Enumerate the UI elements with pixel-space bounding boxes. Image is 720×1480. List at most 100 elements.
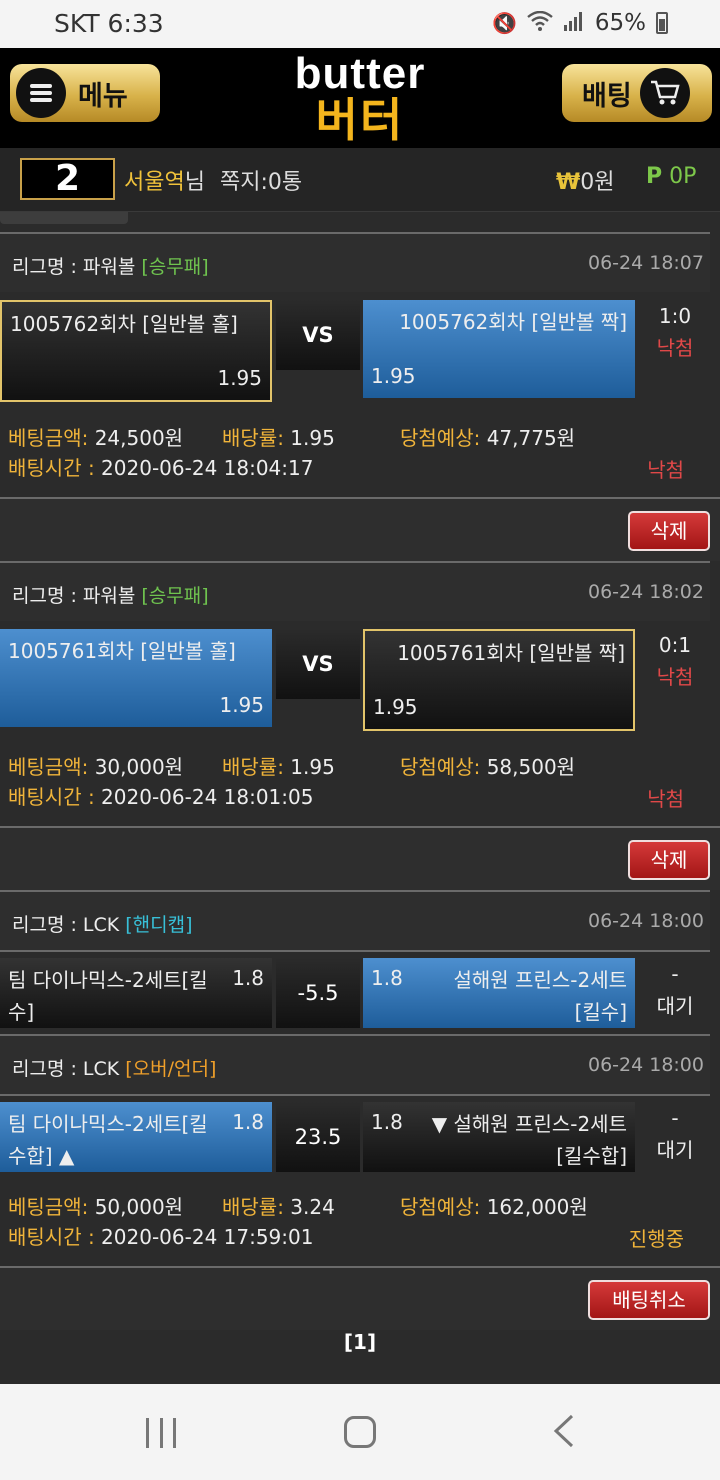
bet-action-bar: 삭제 [0,826,720,890]
expected-win: 47,775원 [480,426,576,450]
league-name: 리그명 : 파워볼 [12,585,136,607]
match-result: 0:1 낙첨 [640,629,710,693]
match-row: 1005762회차 [일반볼 홀] 1.95 VS 1005762회차 [일반볼… [0,300,710,402]
home-odds: 1.8 [232,1110,264,1134]
signal-icon [563,11,585,36]
scrolled-tab-stub [0,212,128,224]
delete-button[interactable]: 삭제 [628,511,710,551]
level-badge: 2 [20,158,115,200]
expected-win: 58,500원 [480,755,576,779]
menu-button[interactable]: 메뉴 [10,64,160,122]
away-odds: 1.95 [373,695,418,719]
bet-rate: 1.95 [283,426,335,450]
result-status: 대기 [656,994,694,1018]
score: - [671,962,679,986]
score: 0:1 [658,633,692,657]
logo-text-ko: 버터 [315,93,405,147]
away-odds: 1.8 [371,1110,403,1134]
delete-button[interactable]: 삭제 [628,840,710,880]
away-team[interactable]: 1005762회차 [일반볼 짝] 1.95 [363,300,635,398]
user-info-bar: 2 서울역님 쪽지:0통 ₩0원 P 0P [0,148,720,212]
league-time: 06-24 18:00 [587,910,704,932]
bet-action-bar: 배팅취소 [0,1266,720,1330]
away-team-name: 설해원 프린스-2세트 [킬수] [453,968,628,1024]
league-name: 리그명 : 파워볼 [12,256,136,278]
back-icon[interactable] [552,1414,576,1454]
away-team-selected[interactable]: 설해원 프린스-2세트 [킬수] 1.8 [363,958,635,1028]
message-count[interactable]: 쪽지:0통 [220,164,302,196]
home-team-name: 1005762회차 [일반볼 홀] [10,312,238,336]
league-type: [승무패] [141,585,209,607]
expected-win: 162,000원 [480,1195,588,1219]
bet-label: 배팅 [582,80,632,112]
bet-rate: 3.24 [283,1195,335,1219]
battery-icon [656,12,668,34]
result-status: 대기 [656,1138,694,1162]
logo-text-en: butter [294,49,426,98]
wifi-icon [527,10,553,36]
handicap-value: -5.5 [276,958,360,1028]
league-header: 리그명 : LCK [오버/언더] 06-24 18:00 [0,1034,710,1094]
league-time: 06-24 18:02 [587,581,704,603]
league-type: [승무패] [141,256,209,278]
league-header: 리그명 : 파워볼 [승무패] 06-24 18:07 [0,232,710,292]
page-link[interactable]: [1] [0,1330,720,1354]
match-row: 팀 다이나믹스-2세트[킬수합] ▲ 1.8 23.5 ▼ 설해원 프린스-2세… [0,1102,710,1172]
bet-amount: 24,500원 [88,426,184,450]
league-type: [핸디캡] [125,914,193,936]
result-status: 낙첨 [656,665,694,689]
bet-time: 2020-06-24 18:01:05 [94,785,314,809]
home-team[interactable]: 팀 다이나믹스-2세트[킬수] 1.8 [0,958,272,1028]
away-team-name: 1005761회차 [일반볼 짝] [397,641,625,665]
home-icon[interactable] [344,1416,376,1448]
app-header: 메뉴 butter 버터 배팅 [0,48,720,148]
carrier-time: SKT 6:33 [54,9,164,38]
home-odds: 1.95 [219,693,264,717]
system-nav-bar [0,1384,720,1480]
match-row: 팀 다이나믹스-2세트[킬수] 1.8 -5.5 설해원 프린스-2세트 [킬수… [0,958,710,1028]
home-team-selected[interactable]: 1005762회차 [일반볼 홀] 1.95 [0,300,272,402]
bet-time: 2020-06-24 18:04:17 [94,456,314,480]
home-team[interactable]: 1005761회차 [일반볼 홀] 1.95 [0,629,272,727]
away-odds: 1.8 [371,966,403,990]
vs-label: VS [276,300,360,370]
bet-status: 낙첨 [647,787,684,811]
result-status: 낙첨 [656,336,694,360]
away-team-selected[interactable]: 1005761회차 [일반볼 짝] 1.95 [363,629,635,731]
bet-amount: 50,000원 [88,1195,184,1219]
bet-amount: 30,000원 [88,755,184,779]
league-header: 리그명 : 파워볼 [승무패] 06-24 18:02 [0,561,710,621]
home-team-name: 팀 다이나믹스-2세트[킬수합] ▲ [8,1112,208,1168]
home-team-name: 1005761회차 [일반볼 홀] [8,639,236,663]
cancel-bet-button[interactable]: 배팅취소 [588,1280,710,1320]
bet-status: 낙첨 [647,458,684,482]
money-balance: ₩0원 [556,170,615,195]
vs-label: VS [276,629,360,699]
match-result: - 대기 [640,1102,710,1166]
betting-cart-button[interactable]: 배팅 [562,64,712,122]
league-type: [오버/언더] [125,1058,217,1080]
match-result: 1:0 낙첨 [640,300,710,364]
league-time: 06-24 18:00 [587,1054,704,1076]
home-odds: 1.8 [232,966,264,990]
recent-apps-icon[interactable] [146,1418,176,1448]
points-balance: P 0P [646,164,697,189]
league-name: 리그명 : LCK [12,1058,120,1080]
status-bar: SKT 6:33 🔇 65% [0,0,720,48]
away-odds: 1.95 [371,364,416,388]
league-name: 리그명 : LCK [12,914,120,936]
total-line-value: 23.5 [276,1102,360,1172]
bet-status: 진행중 [628,1227,684,1251]
away-team-name: ▼ 설해원 프린스-2세트 [킬수합] [431,1112,627,1168]
bet-time: 2020-06-24 17:59:01 [94,1225,314,1249]
score: - [671,1106,679,1130]
logo[interactable]: butter 버터 [270,52,450,146]
match-result: - 대기 [640,958,710,1022]
home-team-selected[interactable]: 팀 다이나믹스-2세트[킬수합] ▲ 1.8 [0,1102,272,1172]
score: 1:0 [658,304,692,328]
bet-action-bar: 삭제 [0,497,720,561]
menu-label: 메뉴 [78,80,128,112]
away-team[interactable]: ▼ 설해원 프린스-2세트 [킬수합] 1.8 [363,1102,635,1172]
won-icon: ₩ [556,170,581,195]
away-team-name: 1005762회차 [일반볼 짝] [399,310,627,334]
